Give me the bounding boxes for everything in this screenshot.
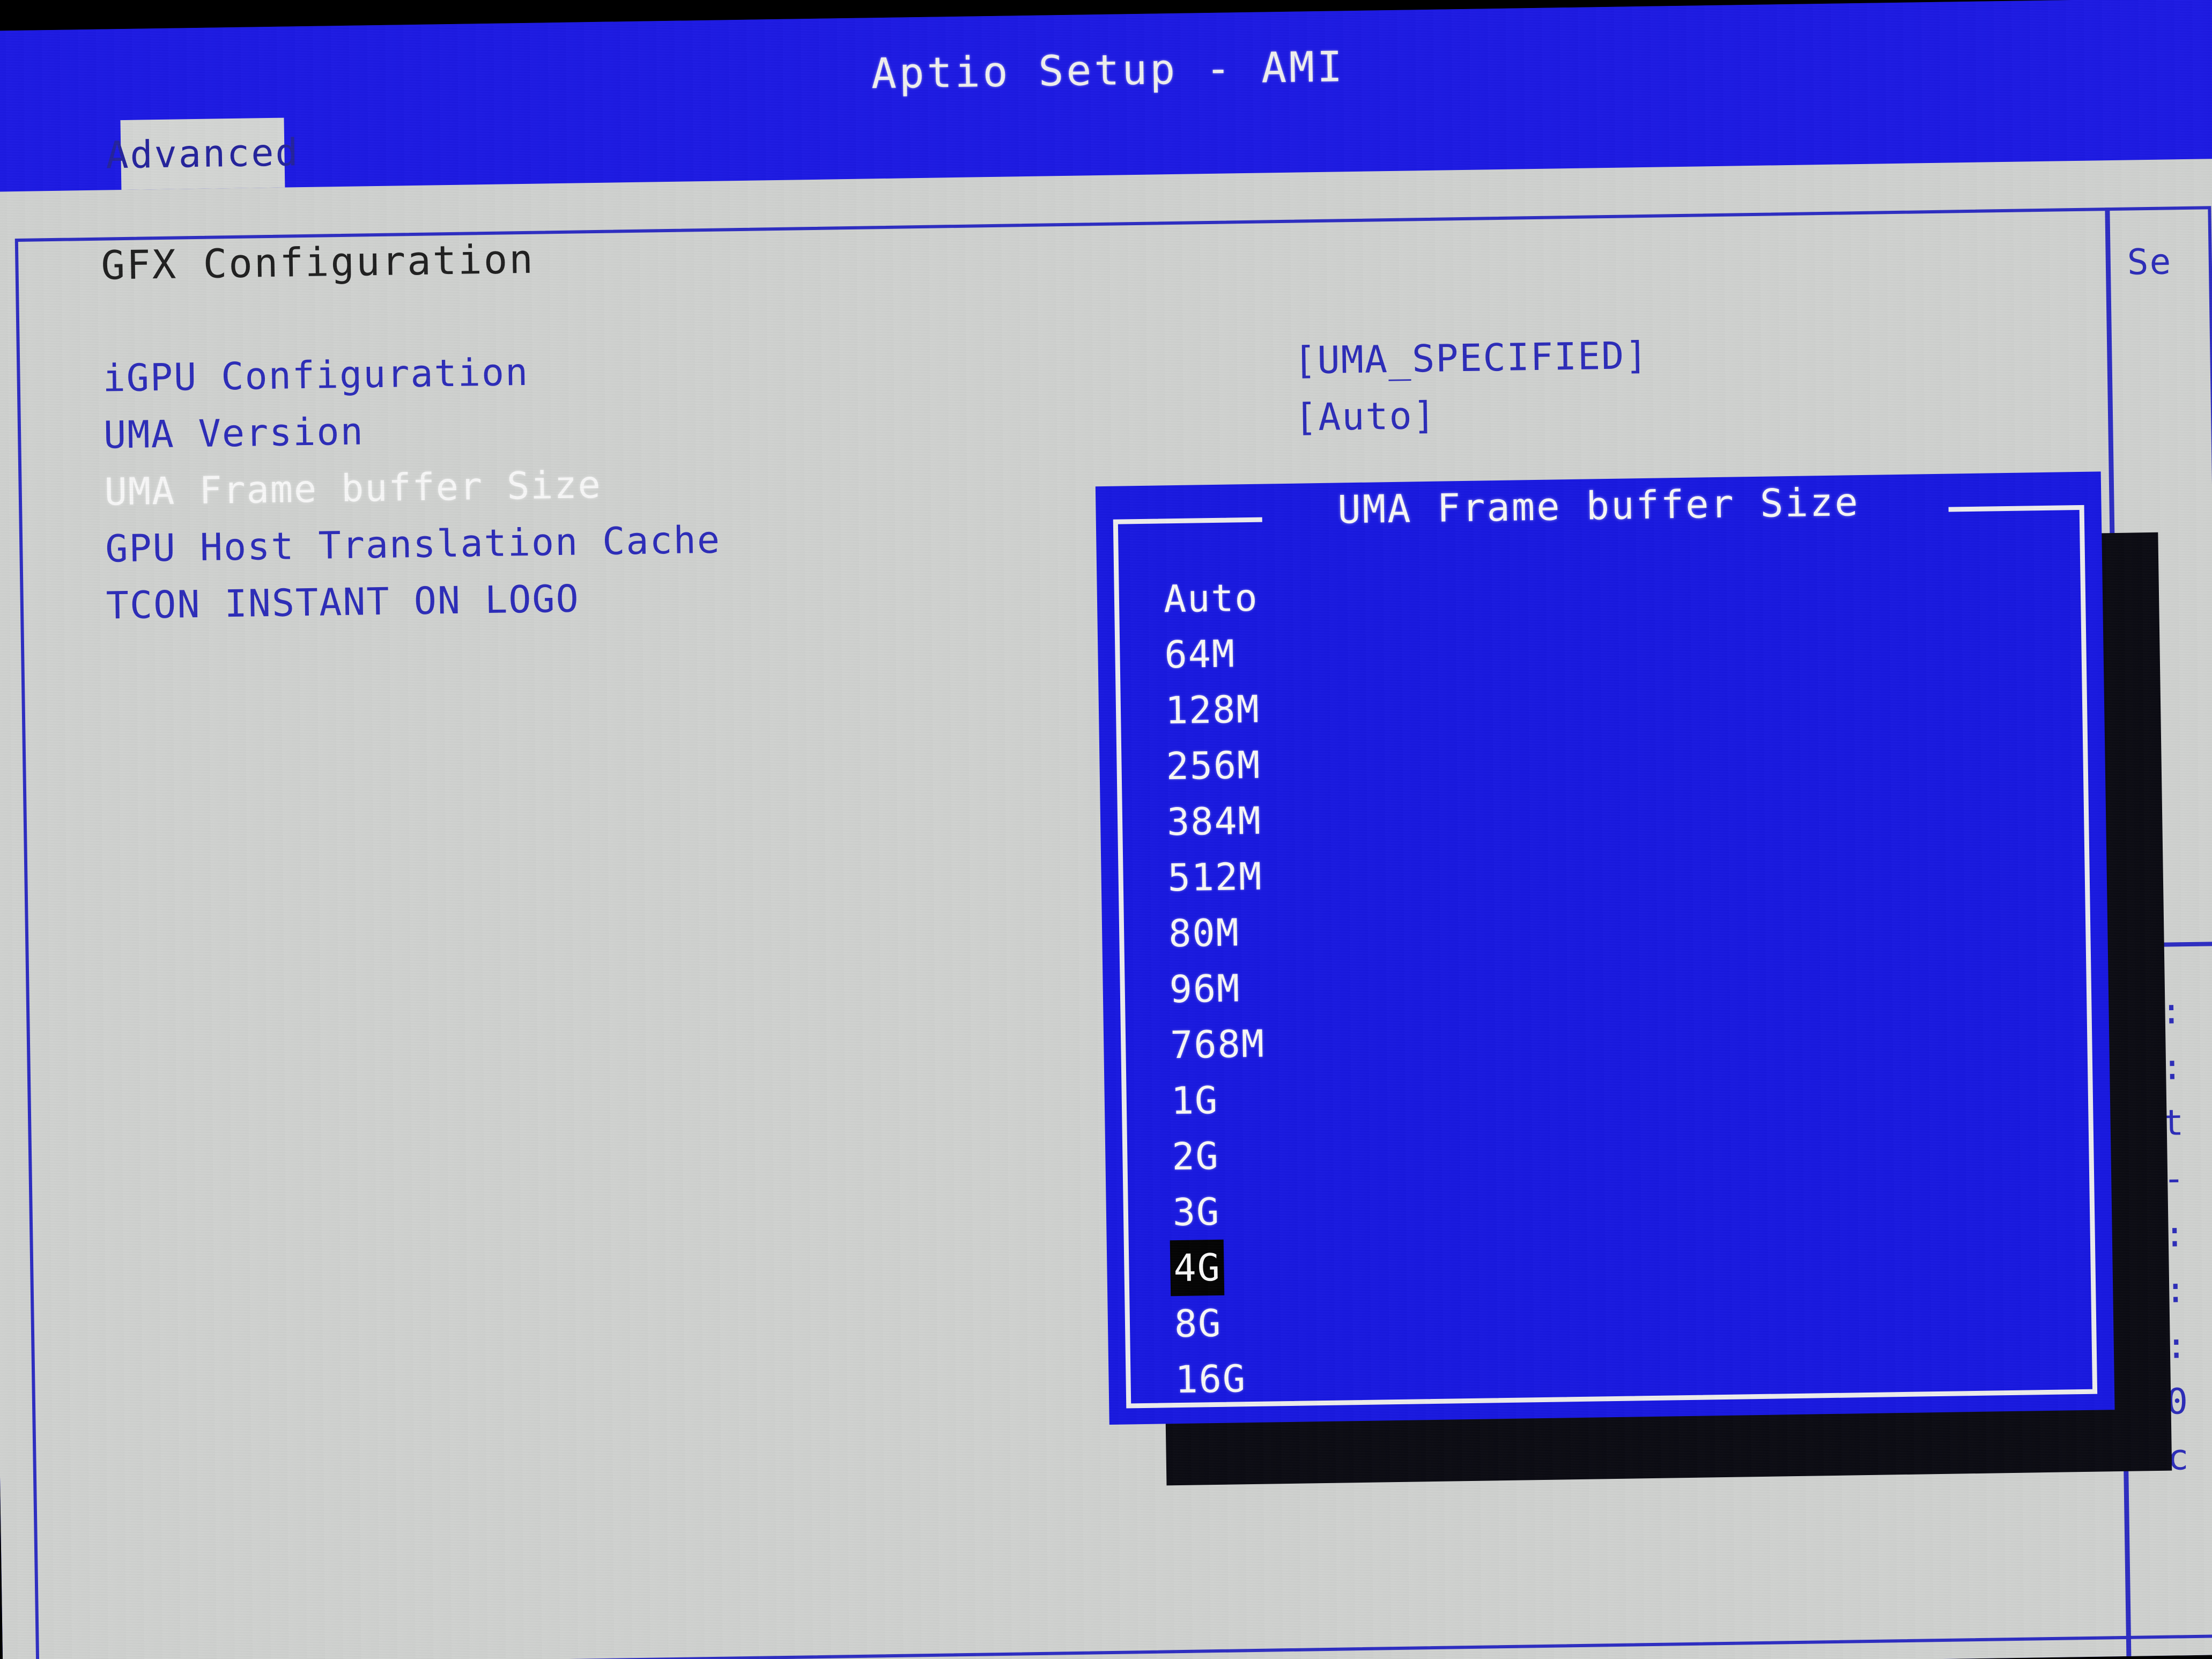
page-title: Aptio Setup - AMI [871, 43, 1345, 99]
dialog-option-label: 8G [1174, 1301, 1222, 1346]
option-value-uma-version[interactable]: [Auto] [1294, 384, 2045, 453]
dialog-option-16g[interactable]: 16G [1172, 1350, 1274, 1408]
dialog-option-label: 768M [1170, 1021, 1266, 1068]
dialog-option-label: 3G [1172, 1189, 1220, 1235]
dialog-option-label: 2G [1171, 1134, 1220, 1179]
dialog-option-list: Auto 64M 128M 256M 384M 512M 80M 96M 768… [1160, 570, 1274, 1408]
dialog-option-label: 384M [1166, 798, 1262, 845]
dialog-option-label: 4G [1170, 1239, 1225, 1297]
dialog-option-8g[interactable]: 8G [1171, 1294, 1273, 1352]
dialog-option-label: 16G [1174, 1357, 1247, 1402]
dialog-option-label: 512M [1167, 854, 1263, 900]
dialog-option-label: 256M [1165, 743, 1261, 789]
dialog-option-96m[interactable]: 96M [1166, 960, 1268, 1018]
uma-frame-buffer-size-dialog: UMA Frame buffer Size Auto 64M 128M 256M… [1095, 471, 2115, 1425]
option-label: UMA Frame buffer Size [104, 462, 602, 514]
dialog-option-64m[interactable]: 64M [1161, 626, 1263, 683]
dialog-option-80m[interactable]: 80M [1165, 905, 1267, 962]
dialog-option-2g[interactable]: 2G [1168, 1128, 1270, 1185]
dialog-option-label: 80M [1168, 910, 1240, 956]
option-label-list: iGPU Configuration UMA Version UMA Frame… [102, 341, 1126, 640]
dialog-option-label: 128M [1165, 687, 1261, 733]
dialog-option-label: 1G [1171, 1078, 1219, 1123]
dialog-option-128m[interactable]: 128M [1162, 682, 1263, 739]
option-label: UMA Version [103, 409, 365, 457]
option-value: [Auto] [1294, 393, 1437, 440]
section-title: GFX Configuration [100, 236, 535, 289]
dialog-option-512m[interactable]: 512M [1164, 849, 1266, 906]
dialog-option-4g[interactable]: 4G [1170, 1239, 1272, 1297]
dialog-option-label: 64M [1164, 632, 1236, 677]
dialog-option-768m[interactable]: 768M [1167, 1016, 1269, 1073]
help-description: Se [2127, 241, 2172, 283]
tab-advanced-label: Advanced [105, 130, 300, 177]
bios-screenshot: Aptio Setup - AMI Advanced GFX Configura… [0, 0, 2212, 1659]
dialog-option-label: 96M [1169, 966, 1241, 1012]
option-value-igpu-configuration[interactable]: [UMA_SPECIFIED] [1293, 328, 2045, 396]
option-label: iGPU Configuration [102, 350, 529, 401]
dialog-option-256m[interactable]: 256M [1163, 737, 1264, 795]
crt-panel: Aptio Setup - AMI Advanced GFX Configura… [0, 0, 2212, 1659]
dialog-option-3g[interactable]: 3G [1169, 1183, 1271, 1241]
header-bar: Aptio Setup - AMI [0, 0, 2212, 192]
dialog-option-384m[interactable]: 384M [1163, 793, 1265, 850]
option-value: [UMA_SPECIFIED] [1293, 333, 1649, 383]
dialog-option-auto[interactable]: Auto [1160, 570, 1262, 627]
option-label: TCON INSTANT ON LOGO [106, 576, 580, 628]
dialog-option-1g[interactable]: 1G [1167, 1072, 1269, 1129]
tab-advanced[interactable]: Advanced [106, 117, 300, 190]
dialog-option-label: Auto [1163, 575, 1259, 621]
option-label: GPU Host Translation Cache [105, 517, 721, 571]
